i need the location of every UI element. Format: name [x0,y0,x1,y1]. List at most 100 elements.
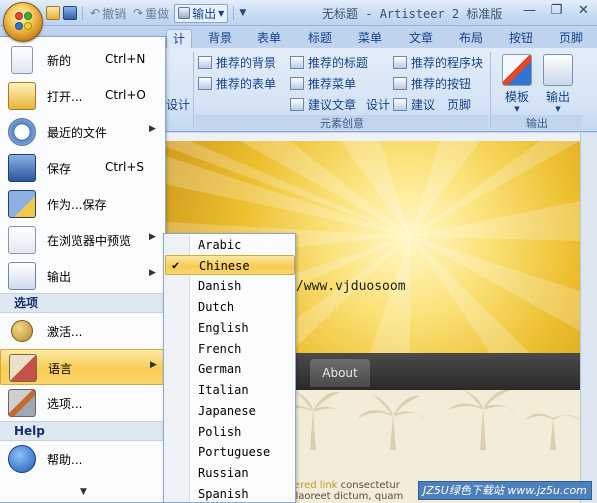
template-icon [502,54,532,86]
suggest-button-button[interactable]: 推荐的按钮 [393,75,471,92]
menu-scroll-down-icon[interactable]: ▼ [80,487,87,497]
language-option-spanish[interactable]: Spanish [165,484,295,503]
maximize-button[interactable]: ❐ [543,0,570,20]
tab-article[interactable]: 文章 [403,29,439,48]
tab-layout[interactable]: 布局 [453,29,489,48]
language-option-chinese[interactable]: ✔ Chinese [165,255,295,275]
language-option-japanese[interactable]: Japanese [165,401,295,421]
close-button[interactable]: ✕ [570,0,597,20]
qat-customize-icon[interactable]: ▼ [239,8,246,18]
recent-files-icon [8,118,36,146]
export-icon [178,7,191,19]
orb-logo-icon [15,22,23,30]
preview-browser-icon [8,226,36,254]
menu-item-preview-browser[interactable]: 在浏览器中预览 ▶ [0,222,164,258]
language-option-polish[interactable]: Polish [165,422,295,442]
ribbon-separator [490,52,491,128]
template-button[interactable]: 模板 ▼ [502,54,532,113]
minimize-button[interactable]: — [516,0,543,20]
ribbon-group-title: 元素创意 [196,115,488,130]
tab-background[interactable]: 背景 [202,29,238,48]
about-nav-button[interactable]: About [310,359,370,387]
section-header-options: 选项 [0,293,164,313]
language-option-french[interactable]: French [165,339,295,359]
orb-logo-icon [24,12,32,20]
save-as-icon [8,190,36,218]
tab-form[interactable]: 表单 [251,29,287,48]
form-icon [198,77,212,90]
chevron-right-icon: ▶ [149,232,156,242]
orb-logo-icon [24,22,32,30]
key-icon [11,320,33,342]
chevron-right-icon: ▶ [149,124,156,134]
suggest-block-button[interactable]: 推荐的程序块 [393,54,483,71]
menu-item-language[interactable]: 语言 ▶ [0,349,164,385]
menu-item-options[interactable]: 选项... [0,385,164,421]
language-option-arabic[interactable]: Arabic [165,235,295,255]
chevron-down-icon: ▼ [514,105,520,113]
app-menu-orb-button[interactable] [3,2,43,42]
menu-item-save-as[interactable]: 作为...保存 [0,186,164,222]
language-icon [9,354,37,382]
checkmark-icon: ✔ [172,258,180,272]
export-label: 输出 [192,6,217,21]
export-big-icon [543,54,573,86]
export-big-button[interactable]: 输出 ▼ [543,54,573,113]
help-icon [8,445,36,473]
language-option-danish[interactable]: Danish [165,276,295,296]
suggest-title-button[interactable]: 推荐的标题 [290,54,368,71]
ribbon-separator [193,52,194,128]
chevron-down-icon: ▼ [218,8,225,18]
ok-button-icon [393,77,407,90]
suggest-footer-button[interactable]: 建议 页脚 [393,96,471,113]
redo-button[interactable]: ↷ 重做 [131,5,171,22]
save-disk-icon [8,154,36,182]
redo-icon: ↷ [133,6,144,20]
menu-item-activate[interactable]: 激活... [0,313,164,349]
export-button[interactable]: 输出 ▼ [174,3,229,23]
tab-menu[interactable]: 菜单 [352,29,388,48]
language-option-italian[interactable]: Italian [165,380,295,400]
application-menu: 新的 Ctrl+N 打开... Ctrl+O 最近的文件 ▶ 保存 Ctrl+S… [0,36,166,503]
title-bar: ↶ 撤销 ↷ 重做 输出 ▼ ▼ 无标题 - Artisteer 2 标准版 — ❐ … [0,0,597,26]
qat-separator [233,6,235,20]
language-option-english[interactable]: English [165,318,295,338]
menu-item-recent[interactable]: 最近的文件 ▶ [0,114,164,150]
language-option-german[interactable]: German [165,359,295,379]
menu-icon [290,77,304,90]
menu-item-save[interactable]: 保存 Ctrl+S [0,150,164,186]
suggest-form-button[interactable]: 推荐的表单 [198,75,276,92]
site-watermark: JZ5U绿色下载站 www.jz5u.com [418,481,592,500]
suggest-background-button[interactable]: 推荐的背景 [198,54,276,71]
language-option-dutch[interactable]: Dutch [165,297,295,317]
undo-label: 撤销 [102,6,127,21]
language-option-russian[interactable]: Russian [165,463,295,483]
language-option-portuguese[interactable]: Portuguese [165,442,295,462]
preview-content-text: overed link consectetur er laoreet dictu… [282,480,404,502]
save-disk-icon[interactable] [63,6,77,20]
suggest-menu-button[interactable]: 推荐菜单 [290,75,356,92]
new-document-icon [11,46,33,74]
open-folder-icon[interactable] [46,6,60,20]
undo-button[interactable]: ↶ 撤销 [88,5,128,22]
menu-item-help[interactable]: 帮助... [0,441,164,477]
chevron-right-icon: ▶ [149,268,156,278]
menu-item-new[interactable]: 新的 Ctrl+N [0,42,164,78]
block-icon [393,56,407,69]
suggest-article-button[interactable]: 建议文章 设计 [290,96,390,113]
open-folder-icon [8,82,36,110]
tab-title[interactable]: 标题 [302,29,338,48]
menu-item-open[interactable]: 打开... Ctrl+O [0,78,164,114]
tab-buttons[interactable]: 按钮 [503,29,539,48]
section-header-help: Help [0,421,164,441]
tools-icon [8,389,36,417]
menu-item-export[interactable]: 输出 ▶ [0,258,164,294]
chevron-right-icon: ▶ [150,360,157,370]
canvas-scrollbar[interactable] [580,133,597,503]
language-submenu: Arabic ✔ Chinese Danish Dutch English Fre… [163,233,296,503]
orb-logo-icon [15,12,23,20]
tab-design[interactable]: 计 [166,29,192,48]
ribbon-left-label[interactable]: 设计 [166,96,190,113]
minimize-icon: — [523,2,536,18]
tab-footer[interactable]: 页脚 [553,29,589,48]
